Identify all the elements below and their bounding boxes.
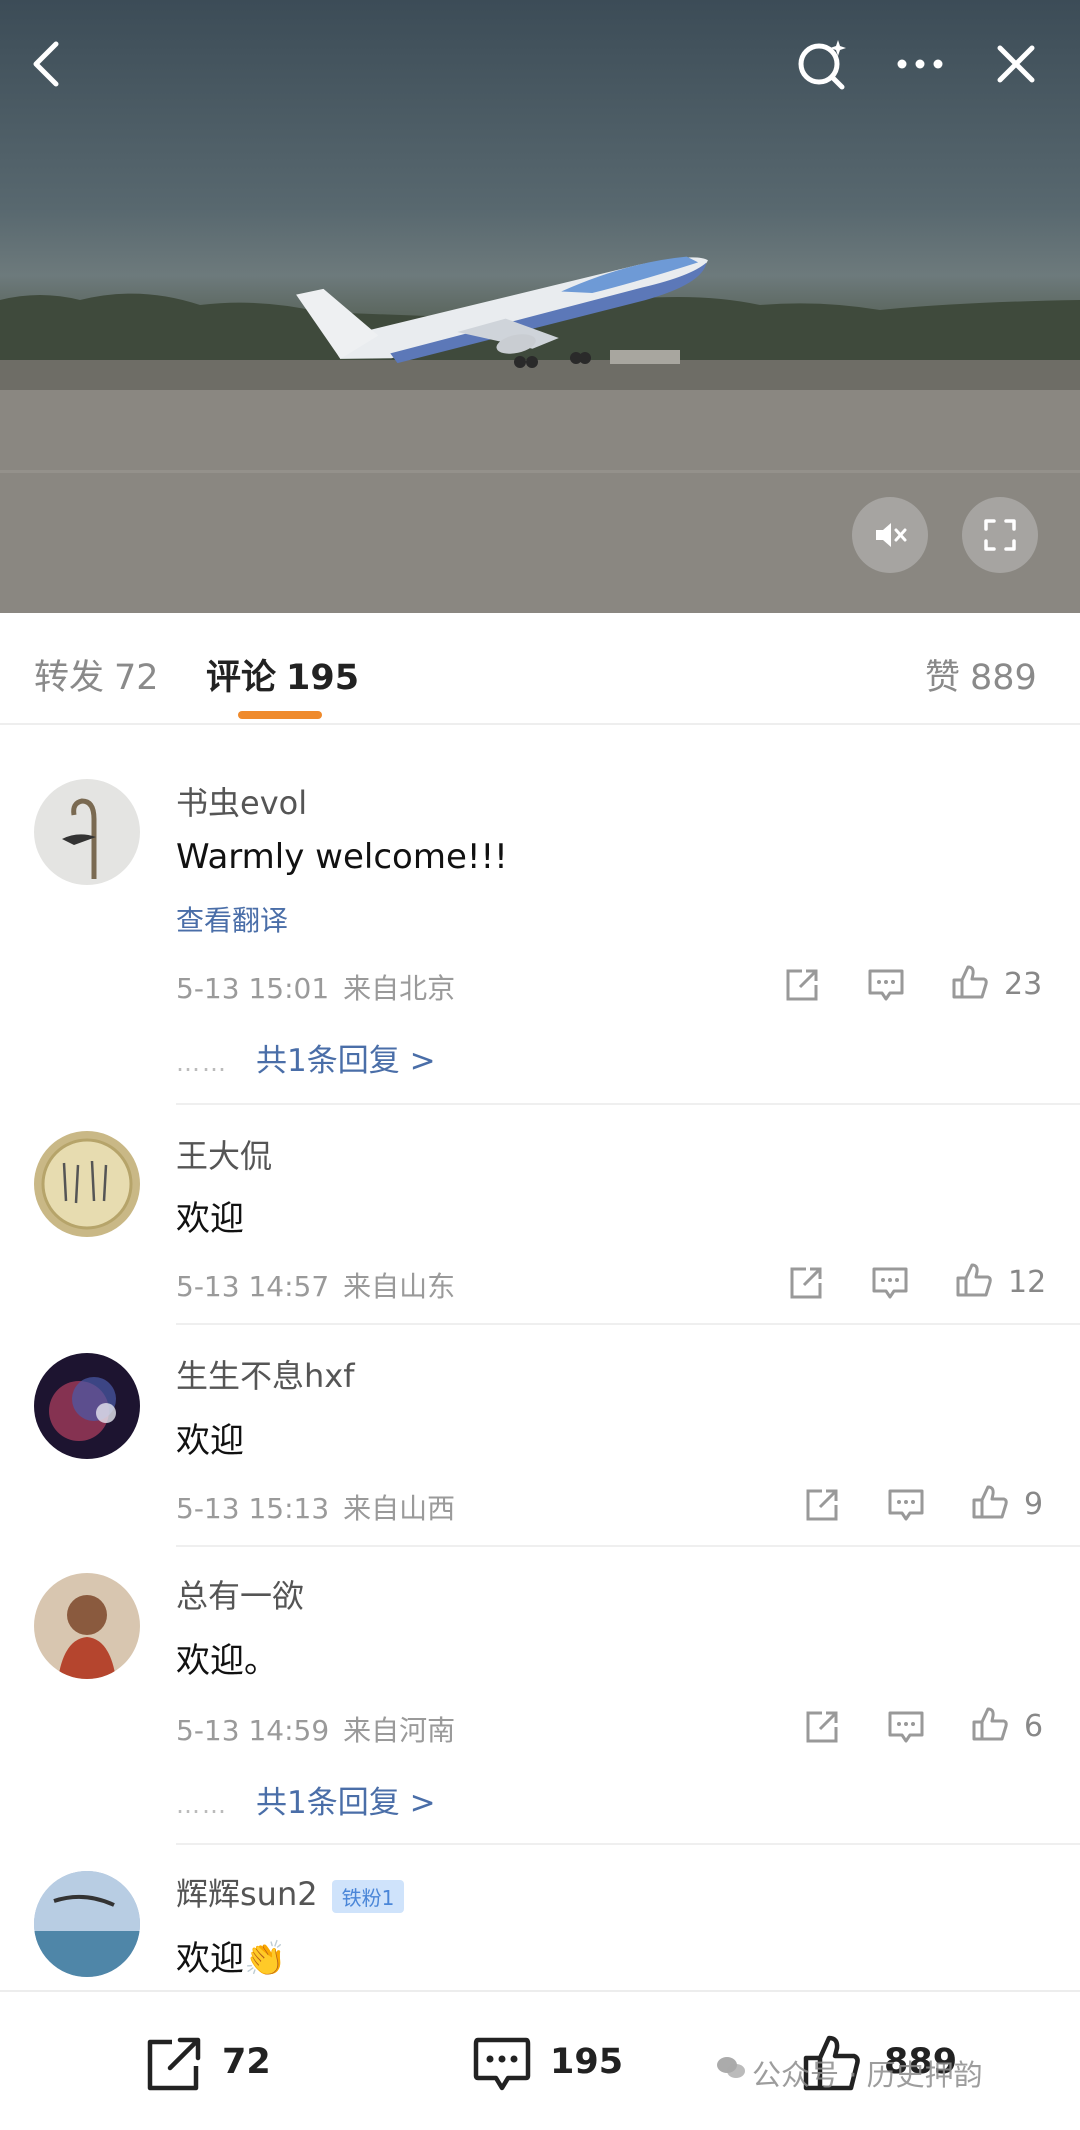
comment-item: 辉辉sun2 铁粉1 欢迎👏 bbox=[0, 1847, 1080, 1990]
comment-text: 欢迎 bbox=[176, 1421, 244, 1461]
comment-meta: 5-13 14:59 来自河南 bbox=[176, 1709, 455, 1749]
comment-item: 王大侃 欢迎 5-13 14:57 来自山东 12 bbox=[0, 1105, 1080, 1325]
replies-dots: …… bbox=[176, 1791, 228, 1819]
comment-time: 5-13 14:57 bbox=[176, 1270, 330, 1303]
comment-icon[interactable] bbox=[470, 2032, 534, 2096]
avatar[interactable] bbox=[34, 779, 140, 885]
divider bbox=[176, 1843, 1080, 1845]
comment-username[interactable]: 王大侃 bbox=[176, 1131, 272, 1177]
bottom-action-bar: 72 195 889 公众号 · 历史押韵 bbox=[0, 1990, 1080, 2130]
share-icon[interactable] bbox=[142, 2032, 206, 2096]
fullscreen-icon bbox=[984, 519, 1016, 551]
comment-text: 欢迎👏 bbox=[176, 1939, 287, 1979]
comment-username[interactable]: 总有一欲 bbox=[176, 1571, 304, 1617]
comment-username-text: 辉辉sun2 bbox=[176, 1875, 318, 1913]
close-icon[interactable] bbox=[984, 32, 1048, 96]
share-icon[interactable] bbox=[802, 1707, 842, 1747]
tab-comments[interactable]: 评论 195 bbox=[206, 649, 359, 700]
comment-username[interactable]: 书虫evol bbox=[176, 778, 307, 824]
wechat-icon bbox=[717, 2057, 745, 2078]
like-count: 6 bbox=[1024, 1709, 1044, 1744]
tab-bar: 转发 72 评论 195 赞 889 bbox=[0, 613, 1080, 725]
comment-meta: 5-13 15:13 来自山西 bbox=[176, 1487, 455, 1527]
divider bbox=[176, 1545, 1080, 1547]
more-icon[interactable] bbox=[888, 32, 952, 96]
comment-username[interactable]: 辉辉sun2 铁粉1 bbox=[176, 1869, 405, 1915]
reply-icon[interactable] bbox=[870, 1263, 910, 1303]
replies-label: 共1条回复 > bbox=[256, 1043, 436, 1079]
mute-button[interactable] bbox=[852, 497, 928, 573]
comment-username[interactable]: 生生不息hxf bbox=[176, 1351, 355, 1397]
comment-meta: 5-13 14:57 来自山东 bbox=[176, 1265, 455, 1305]
view-replies-link[interactable]: …… 共1条回复 > bbox=[176, 1035, 436, 1080]
video-player[interactable] bbox=[0, 0, 1080, 613]
comment-location: 来自河南 bbox=[343, 1714, 456, 1747]
like-count: 9 bbox=[1024, 1487, 1044, 1522]
watermark: 公众号 · 历史押韵 bbox=[752, 2058, 983, 2092]
like-count: 12 bbox=[1008, 1265, 1047, 1300]
comment-text: Warmly welcome!!! bbox=[176, 837, 508, 877]
search-icon[interactable] bbox=[790, 32, 854, 96]
tab-likes[interactable]: 赞 889 bbox=[925, 649, 1037, 700]
translate-link[interactable]: 查看翻译 bbox=[176, 899, 288, 939]
fan-badge: 铁粉1 bbox=[331, 1879, 405, 1913]
comment-location: 来自山西 bbox=[343, 1492, 456, 1525]
tab-comments-label: 评论 bbox=[206, 658, 277, 698]
tab-repost[interactable]: 转发 72 bbox=[34, 649, 159, 700]
comment-location: 来自北京 bbox=[343, 972, 456, 1005]
comment-time: 5-13 15:01 bbox=[176, 972, 330, 1005]
share-icon[interactable] bbox=[802, 1485, 842, 1525]
tab-comments-count: 195 bbox=[286, 658, 360, 698]
replies-label: 共1条回复 > bbox=[256, 1785, 436, 1821]
mute-icon bbox=[876, 523, 907, 547]
like-icon[interactable] bbox=[970, 1483, 1010, 1523]
comment-location: 来自山东 bbox=[343, 1270, 456, 1303]
comment-item: 书虫evol Warmly welcome!!! 查看翻译 5-13 15:01… bbox=[0, 723, 1080, 1105]
tab-repost-count: 72 bbox=[114, 658, 159, 698]
reply-icon[interactable] bbox=[866, 965, 906, 1005]
comment-text: 欢迎 bbox=[176, 1199, 244, 1239]
avatar[interactable] bbox=[34, 1131, 140, 1237]
share-icon[interactable] bbox=[782, 965, 822, 1005]
like-icon[interactable] bbox=[970, 1705, 1010, 1745]
comment-item: 总有一欲 欢迎。 5-13 14:59 来自河南 6 …… 共1条回复 > bbox=[0, 1549, 1080, 1845]
back-icon[interactable] bbox=[14, 32, 78, 96]
view-replies-link[interactable]: …… 共1条回复 > bbox=[176, 1777, 436, 1822]
reply-icon[interactable] bbox=[886, 1485, 926, 1525]
comment-item: 生生不息hxf 欢迎 5-13 15:13 来自山西 9 bbox=[0, 1327, 1080, 1547]
comment-time: 5-13 15:13 bbox=[176, 1492, 330, 1525]
active-tab-indicator bbox=[238, 711, 322, 719]
like-icon[interactable] bbox=[954, 1261, 994, 1301]
like-icon[interactable] bbox=[950, 963, 990, 1003]
share-icon[interactable] bbox=[786, 1263, 826, 1303]
divider bbox=[176, 1323, 1080, 1325]
reply-icon[interactable] bbox=[886, 1707, 926, 1747]
avatar[interactable] bbox=[34, 1353, 140, 1459]
like-count: 23 bbox=[1004, 967, 1043, 1002]
comment-meta: 5-13 15:01 来自北京 bbox=[176, 967, 455, 1007]
repost-count[interactable]: 72 bbox=[222, 2042, 271, 2082]
replies-dots: …… bbox=[176, 1049, 228, 1077]
avatar[interactable] bbox=[34, 1573, 140, 1679]
tab-repost-label: 转发 bbox=[34, 658, 105, 698]
tab-likes-count: 889 bbox=[970, 658, 1037, 698]
fullscreen-button[interactable] bbox=[962, 497, 1038, 573]
avatar[interactable] bbox=[34, 1871, 140, 1977]
tab-likes-label: 赞 bbox=[925, 658, 961, 698]
comment-count[interactable]: 195 bbox=[550, 2042, 623, 2082]
comment-time: 5-13 14:59 bbox=[176, 1714, 330, 1747]
comment-text: 欢迎。 bbox=[176, 1641, 278, 1681]
